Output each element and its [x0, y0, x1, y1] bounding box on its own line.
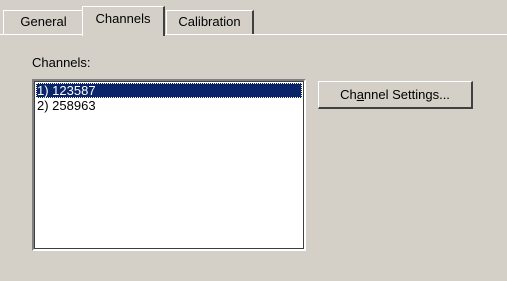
tab-channels[interactable]: Channels — [82, 6, 165, 36]
tab-strip: General Channels Calibration — [0, 0, 507, 36]
channel-settings-label-end: nnel Settings... — [363, 87, 450, 102]
channel-list-item[interactable]: 2) 258963 — [36, 98, 302, 113]
channel-list-item[interactable]: 1) 123587 — [36, 83, 302, 98]
channels-label: Channels: — [32, 55, 91, 70]
channels-tab-panel: Channels: 1) 123587 2) 258963 Channel Se… — [0, 34, 507, 281]
channels-listbox[interactable]: 1) 123587 2) 258963 — [32, 79, 306, 251]
channel-settings-label-start: Ch — [340, 87, 357, 102]
properties-dialog: General Channels Calibration Channels: 1… — [0, 0, 507, 281]
channel-settings-mnemonic: a — [356, 87, 364, 102]
channel-settings-button[interactable]: Channel Settings... — [318, 81, 473, 109]
tab-general[interactable]: General — [3, 10, 83, 34]
tab-calibration[interactable]: Calibration — [166, 10, 254, 34]
